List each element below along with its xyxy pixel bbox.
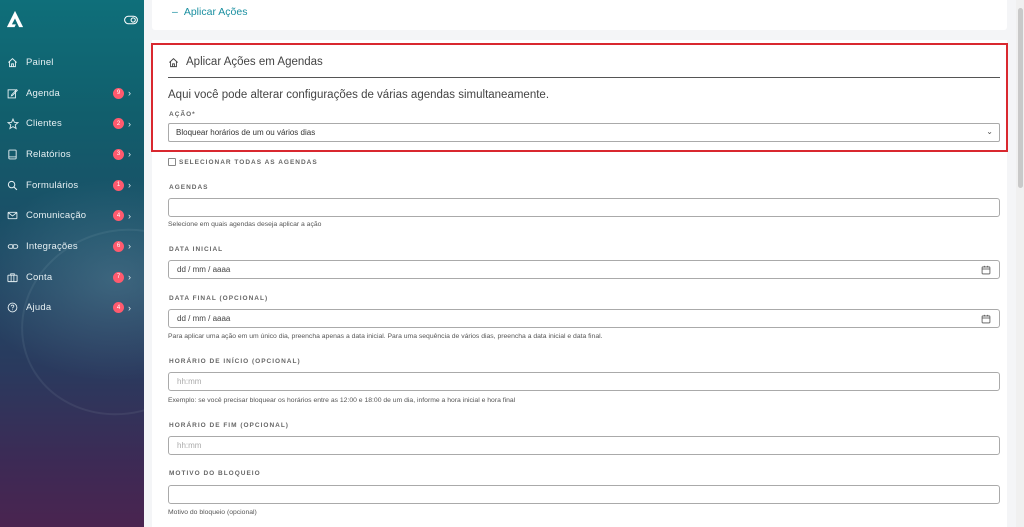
collapse-label: Aplicar Ações <box>183 6 248 18</box>
notification-badge: 4 <box>113 302 124 314</box>
collapse-card: – Aplicar Ações <box>152 0 1007 30</box>
acao-select[interactable]: Bloquear horários de um ou vários dias ⌄ <box>168 123 1000 142</box>
sidebar-item-ajuda[interactable]: Ajuda 4 › <box>0 293 144 324</box>
hora-help: Exemplo: se você precisar bloquear os ho… <box>168 397 516 404</box>
sidebar-item-comunicacao[interactable]: Comunicação 4 › <box>0 200 144 231</box>
chevron-right-icon: › <box>128 241 131 252</box>
acao-select-value: Bloquear horários de um ou vários dias <box>176 128 316 137</box>
sidebar-item-label: Painel <box>26 56 54 68</box>
date-placeholder: dd / mm / aaaa <box>177 314 231 323</box>
sidebar-toggle-icon[interactable] <box>124 15 138 25</box>
collapse-toggle[interactable]: – Aplicar Ações <box>172 6 247 18</box>
hora-inicio-input[interactable]: hh:mm <box>168 372 1000 391</box>
data-final-input[interactable]: dd / mm / aaaa <box>168 309 1000 328</box>
data-help: Para aplicar uma ação em um único dia, p… <box>168 333 603 340</box>
hora-fim-input[interactable]: hh:mm <box>168 436 1000 455</box>
chevron-right-icon: › <box>128 272 131 283</box>
chevron-right-icon: › <box>128 149 131 160</box>
time-placeholder: hh:mm <box>177 441 202 450</box>
notification-badge: 7 <box>113 271 124 283</box>
motivo-help: Motivo do bloqueio (opcional) <box>168 509 257 516</box>
notification-badge: 1 <box>113 179 124 191</box>
page-scrollbar[interactable] <box>1016 0 1024 527</box>
notification-badge: 6 <box>113 240 124 252</box>
main-content: – Aplicar Ações Aplicar Ações em Agendas… <box>144 0 1016 527</box>
sidebar-item-label: Comunicação <box>26 210 87 222</box>
motivo-input[interactable] <box>168 485 1000 504</box>
sidebar-item-label: Agenda <box>26 87 60 99</box>
book-icon <box>6 148 19 161</box>
select-all-row[interactable]: SELECIONAR TODAS AS AGENDAS <box>168 158 318 166</box>
agendas-help: Selecione em quais agendas deseja aplica… <box>168 221 322 228</box>
sidebar-item-formularios[interactable]: Formulários 1 › <box>0 170 144 201</box>
sidebar-item-label: Relatórios <box>26 148 71 160</box>
star-icon <box>6 117 19 130</box>
chevron-right-icon: › <box>128 118 131 129</box>
card-title: Aplicar Ações em Agendas <box>168 56 323 68</box>
sidebar-item-label: Ajuda <box>26 302 52 314</box>
date-placeholder: dd / mm / aaaa <box>177 265 231 274</box>
scrollbar-thumb[interactable] <box>1018 8 1023 188</box>
help-icon <box>6 301 19 314</box>
hora-fim-label: HORÁRIO DE FIM (OPCIONAL) <box>169 422 289 429</box>
apply-actions-card: Aplicar Ações em Agendas Aqui você pode … <box>152 40 1007 527</box>
notification-badge: 9 <box>113 87 124 99</box>
chevron-right-icon: › <box>128 180 131 191</box>
chevron-down-icon: ⌄ <box>986 127 993 136</box>
agendas-label: AGENDAS <box>169 184 209 191</box>
agendas-input[interactable] <box>168 198 1000 217</box>
briefcase-icon <box>6 271 19 284</box>
sidebar-item-clientes[interactable]: Clientes 2 › <box>0 108 144 139</box>
acao-label: AÇÃO* <box>169 111 196 118</box>
notification-badge: 3 <box>113 148 124 160</box>
sidebar-item-relatorios[interactable]: Relatórios 3 › <box>0 139 144 170</box>
hora-inicio-label: HORÁRIO DE INÍCIO (OPCIONAL) <box>169 358 301 365</box>
chevron-right-icon: › <box>128 88 131 99</box>
select-all-checkbox[interactable] <box>168 158 176 166</box>
time-placeholder: hh:mm <box>177 377 202 386</box>
sidebar-item-label: Conta <box>26 271 53 283</box>
sidebar-item-integracoes[interactable]: Integrações 6 › <box>0 231 144 262</box>
sidebar-item-agenda[interactable]: Agenda 9 › <box>0 78 144 109</box>
sidebar-nav: Painel Agenda 9 › Clientes 2 › Relatório… <box>0 47 144 323</box>
data-inicial-input[interactable]: dd / mm / aaaa <box>168 260 1000 279</box>
calendar-icon[interactable] <box>981 314 991 324</box>
sidebar: Painel Agenda 9 › Clientes 2 › Relatório… <box>0 0 144 527</box>
home-icon <box>169 57 178 67</box>
minus-icon: – <box>172 6 178 18</box>
mail-icon <box>6 209 19 222</box>
title-divider <box>168 77 1000 78</box>
chevron-right-icon: › <box>128 302 131 313</box>
calendar-icon[interactable] <box>981 265 991 275</box>
sidebar-item-label: Clientes <box>26 118 62 130</box>
intro-text: Aqui você pode alterar configurações de … <box>168 89 550 101</box>
sidebar-item-label: Formulários <box>26 179 79 191</box>
edit-icon <box>6 87 19 100</box>
select-all-label: SELECIONAR TODAS AS AGENDAS <box>179 158 318 166</box>
home-icon <box>6 56 19 69</box>
chevron-right-icon: › <box>128 210 131 221</box>
link-icon <box>6 240 19 253</box>
card-title-text: Aplicar Ações em Agendas <box>186 56 323 68</box>
sidebar-item-conta[interactable]: Conta 7 › <box>0 262 144 293</box>
motivo-label: MOTIVO DO BLOQUEIO <box>169 470 261 477</box>
sidebar-item-label: Integrações <box>26 240 78 252</box>
sidebar-item-painel[interactable]: Painel <box>0 47 144 78</box>
search-icon <box>6 179 19 192</box>
data-final-label: DATA FINAL (OPCIONAL) <box>169 295 269 302</box>
data-inicial-label: DATA INICIAL <box>169 246 224 253</box>
app-logo[interactable] <box>6 10 24 28</box>
